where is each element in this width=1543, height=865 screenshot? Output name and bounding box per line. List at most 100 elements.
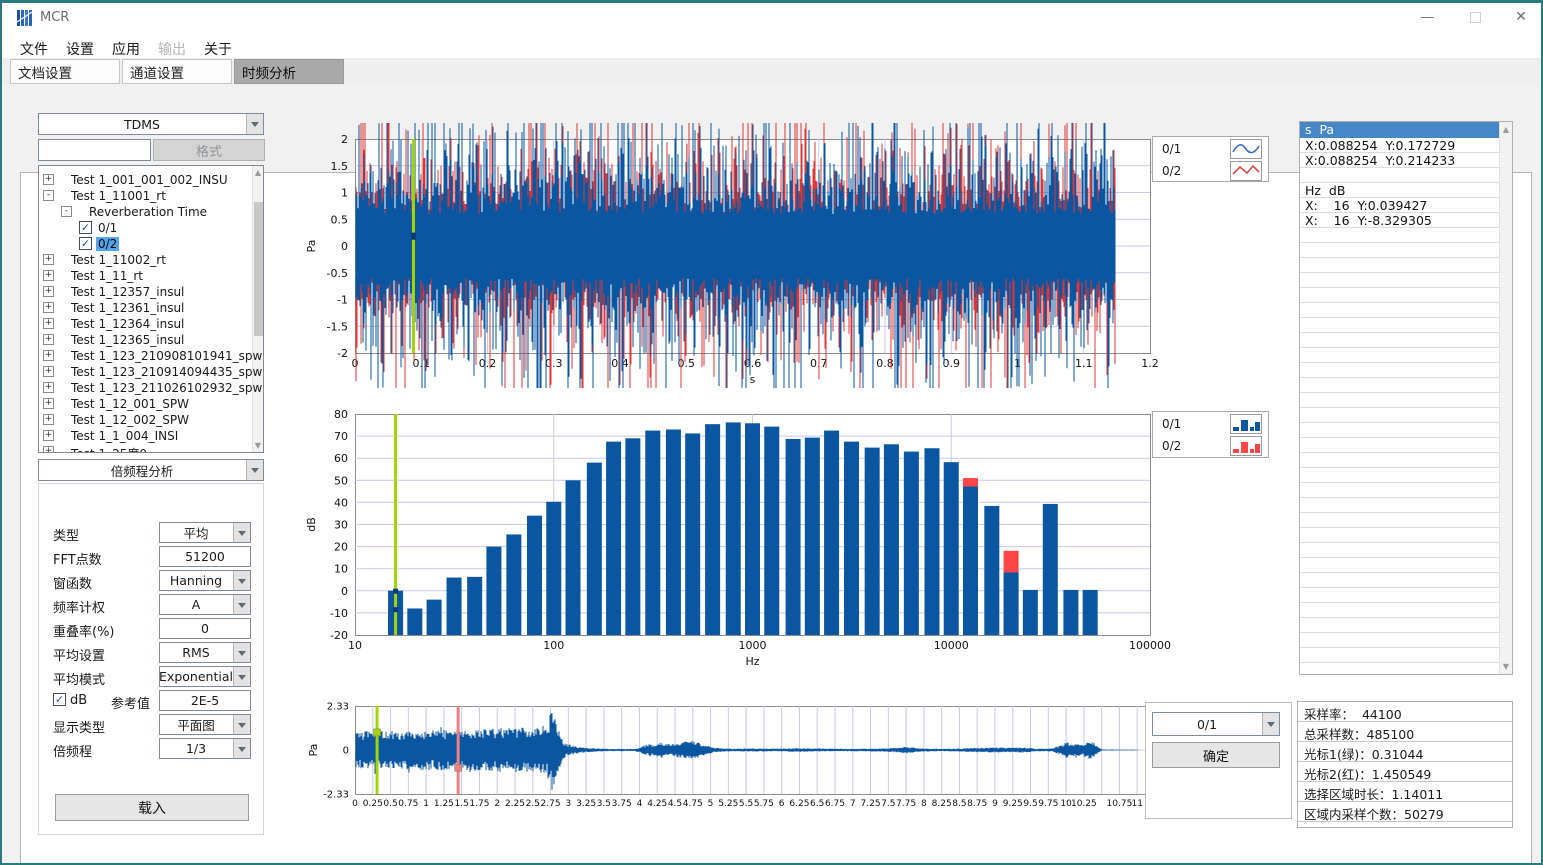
overview-waveform-chart[interactable]: 00.250.50.7511.251.51.7522.252.52.7533.2… <box>287 688 1282 833</box>
collapse-icon[interactable]: - <box>43 190 54 201</box>
cursor-list-row[interactable] <box>1300 663 1499 675</box>
tree-node[interactable]: -Test 1_11001_rt <box>39 188 263 204</box>
settings-select[interactable]: Exponential <box>159 666 251 687</box>
cursor-list-row[interactable] <box>1300 558 1499 573</box>
tree-node[interactable]: +Test 1_12361_insul <box>39 300 263 316</box>
tab-item[interactable]: 通道设置 <box>122 59 232 84</box>
analysis-type-select[interactable]: 倍频程分析 <box>38 459 264 481</box>
expand-icon[interactable]: + <box>43 366 54 377</box>
tree-node[interactable]: +Test 1_12365_insul <box>39 332 263 348</box>
time-waveform-chart[interactable]: 00.10.20.30.40.50.60.70.80.911.11.2-2-1.… <box>287 123 1282 388</box>
cursor-list-row[interactable] <box>1300 528 1499 543</box>
cursor-list-row[interactable] <box>1300 483 1499 498</box>
settings-input[interactable]: 2E-5 <box>159 690 251 711</box>
channel-select[interactable]: 0/1 <box>1152 712 1280 736</box>
channel-checkbox[interactable]: ✓ <box>79 221 92 234</box>
file-format-select[interactable]: TDMS <box>38 113 264 135</box>
expand-icon[interactable]: + <box>43 398 54 409</box>
tree-node[interactable]: +Test 1_12357_insul <box>39 284 263 300</box>
cursor-list-row[interactable] <box>1300 438 1499 453</box>
cursor-list-row[interactable] <box>1300 243 1499 258</box>
cursor-list-row[interactable] <box>1300 303 1499 318</box>
cursor-list-row[interactable] <box>1300 288 1499 303</box>
tab-active[interactable]: 时频分析 <box>234 59 344 84</box>
menu-item[interactable]: 文件 <box>16 37 52 61</box>
cursor-list-row[interactable] <box>1300 363 1499 378</box>
cursor-list-row[interactable] <box>1300 513 1499 528</box>
tree-node[interactable]: +Test 1_12_001_SPW <box>39 396 263 412</box>
expand-icon[interactable]: + <box>43 446 54 453</box>
cursor-list-row[interactable] <box>1300 468 1499 483</box>
expand-icon[interactable]: + <box>43 318 54 329</box>
settings-select[interactable]: 平均 <box>159 522 251 543</box>
channel-checkbox[interactable]: ✓ <box>79 237 92 250</box>
confirm-button[interactable]: 确定 <box>1152 742 1280 768</box>
expand-icon[interactable]: + <box>43 286 54 297</box>
tree-node[interactable]: +Test 1_123_210914094435_spw <box>39 364 263 380</box>
cursor-list-row[interactable]: X: 16 Y:0.039427 <box>1300 198 1499 213</box>
cursor-list-row[interactable] <box>1300 423 1499 438</box>
tree-node[interactable]: +Test 1_123_210908101941_spw <box>39 348 263 364</box>
tree-node[interactable]: +Test 1_12_002_SPW <box>39 412 263 428</box>
expand-icon[interactable]: + <box>43 414 54 425</box>
filter-input[interactable] <box>38 139 151 161</box>
cursor-list-row[interactable] <box>1300 318 1499 333</box>
cursor-list-row[interactable]: Hz dB <box>1300 183 1499 198</box>
cursor-list-row[interactable] <box>1300 273 1499 288</box>
cursor-list-row[interactable] <box>1300 573 1499 588</box>
tree-channel-item[interactable]: ✓0/1 <box>39 220 263 236</box>
cursor-list-row[interactable] <box>1300 258 1499 273</box>
settings-select[interactable]: 平面图 <box>159 714 251 735</box>
tree-node[interactable]: +Test 1_25度0 <box>39 444 263 453</box>
title-bar[interactable]: MCR ✕ <box>2 3 1541 33</box>
cursor-list-row[interactable] <box>1300 348 1499 363</box>
minimize-button[interactable] <box>1407 3 1447 31</box>
cursor-list-row[interactable] <box>1300 408 1499 423</box>
tab-item[interactable]: 文档设置 <box>10 59 120 84</box>
tree-node[interactable]: -Reverberation Time <box>39 204 263 220</box>
settings-select[interactable]: Hanning <box>159 570 251 591</box>
cursor-list-row[interactable] <box>1300 168 1499 183</box>
settings-input[interactable]: 0 <box>159 618 251 639</box>
menu-item[interactable]: 应用 <box>108 37 144 61</box>
maximize-button[interactable] <box>1455 3 1495 31</box>
menu-item[interactable]: 关于 <box>200 37 236 61</box>
settings-input[interactable]: 51200 <box>159 546 251 567</box>
menu-item[interactable]: 输出 <box>154 37 190 61</box>
menu-item[interactable]: 设置 <box>62 37 98 61</box>
cursor-list-row[interactable]: X: 16 Y:-8.329305 <box>1300 213 1499 228</box>
cursor-list-row[interactable] <box>1300 333 1499 348</box>
settings-select[interactable]: A <box>159 594 251 615</box>
list-scrollbar[interactable]: ▲ ▼ <box>1499 122 1512 674</box>
cursor-list-row[interactable] <box>1300 378 1499 393</box>
expand-icon[interactable]: + <box>43 254 54 265</box>
cursor-list-row[interactable] <box>1300 588 1499 603</box>
db-checkbox[interactable]: ✓ <box>53 693 66 706</box>
tree-channel-item[interactable]: ✓0/2 <box>39 236 263 252</box>
format-button[interactable]: 格式 <box>153 139 265 161</box>
cursor-list-row[interactable] <box>1300 228 1499 243</box>
settings-select[interactable]: 1/3 <box>159 738 251 759</box>
tree-node[interactable]: +Test 1_123_211026102932_spw <box>39 380 263 396</box>
expand-icon[interactable]: + <box>43 270 54 281</box>
cursor-list-row[interactable] <box>1300 648 1499 663</box>
expand-icon[interactable]: + <box>43 302 54 313</box>
tree-node[interactable]: +Test 1_001_001_002_INSU <box>39 172 263 188</box>
collapse-icon[interactable]: - <box>61 206 72 217</box>
cursor-list-row[interactable]: X:0.088254 Y:0.214233 <box>1300 153 1499 168</box>
load-button[interactable]: 载入 <box>55 794 249 821</box>
expand-icon[interactable]: + <box>43 430 54 441</box>
tree-node[interactable]: +Test 1_1_004_INSI <box>39 428 263 444</box>
cursor-list-row[interactable] <box>1300 543 1499 558</box>
cursor-list-row[interactable] <box>1300 393 1499 408</box>
expand-icon[interactable]: + <box>43 382 54 393</box>
cursor-list-row[interactable] <box>1300 618 1499 633</box>
expand-icon[interactable]: + <box>43 174 54 185</box>
settings-select[interactable]: RMS <box>159 642 251 663</box>
cursor-list-row[interactable] <box>1300 633 1499 648</box>
cursor-list-row[interactable] <box>1300 603 1499 618</box>
cursor-list-row[interactable]: X:0.088254 Y:0.172729 <box>1300 138 1499 153</box>
octave-spectrum-chart[interactable]: 10100100010000100000-20-1001020304050607… <box>287 398 1282 673</box>
tree-node[interactable]: +Test 1_11_rt <box>39 268 263 284</box>
close-button[interactable]: ✕ <box>1501 3 1541 31</box>
